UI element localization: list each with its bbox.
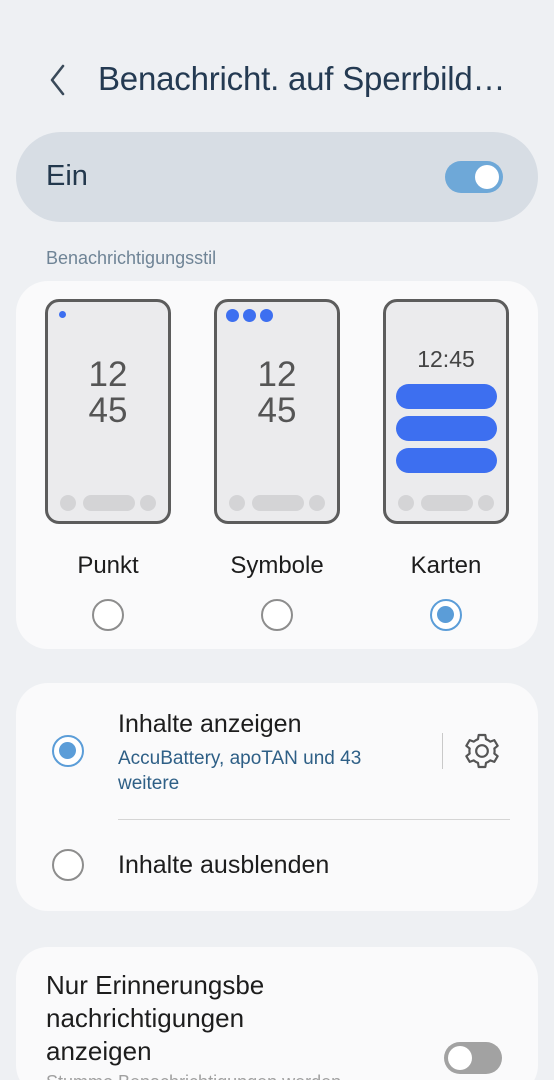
preview-clock-minute: 45 bbox=[257, 391, 297, 430]
radio-show-content[interactable] bbox=[52, 735, 84, 767]
reminder-only-switch[interactable] bbox=[444, 1042, 502, 1074]
phone-preview-dot: 12 45 bbox=[45, 299, 171, 524]
switch-knob bbox=[475, 165, 499, 189]
master-toggle-row[interactable]: Ein bbox=[16, 132, 538, 222]
notification-card-preview bbox=[396, 416, 497, 441]
back-button[interactable] bbox=[38, 60, 78, 100]
show-content-row[interactable]: Inhalte anzeigen AccuBattery, apoTAN und… bbox=[16, 683, 538, 821]
preview-nav-bar bbox=[217, 495, 337, 511]
preview-nav-bar bbox=[386, 495, 506, 511]
notification-dot-icon bbox=[59, 311, 66, 318]
switch-knob bbox=[448, 1046, 472, 1070]
preview-clock: 12:45 bbox=[417, 346, 475, 372]
settings-button[interactable] bbox=[462, 731, 502, 771]
section-label-notification-style: Benachrichtigungsstil bbox=[46, 248, 217, 268]
radio-hide-content[interactable] bbox=[52, 849, 84, 881]
notification-card-preview bbox=[396, 448, 497, 473]
hide-content-row[interactable]: Inhalte ausblenden bbox=[16, 821, 538, 911]
phone-preview-icons: 12 45 bbox=[214, 299, 340, 524]
content-visibility-card: Inhalte anzeigen AccuBattery, apoTAN und… bbox=[16, 683, 538, 911]
style-option-label: Karten bbox=[410, 552, 482, 579]
page-title: Benachricht. auf Sperrbild… bbox=[98, 60, 506, 97]
reminder-only-title: Nur Erinnerungsbe nachrichtigungen anzei… bbox=[46, 970, 265, 1066]
gear-icon bbox=[465, 733, 499, 769]
reminder-only-subtitle: Stummo Benachrichtigungen werden… bbox=[46, 1072, 359, 1080]
preview-clock-hour: 12 bbox=[88, 355, 128, 394]
row-divider bbox=[118, 819, 510, 820]
preview-nav-bar bbox=[48, 495, 168, 511]
notification-style-card: 12 45 Punkt 12 45 Symbole 12:45 Karten bbox=[16, 281, 538, 649]
style-radio-cards[interactable] bbox=[430, 599, 462, 631]
preview-clock-minute: 45 bbox=[88, 391, 128, 430]
reminder-only-row[interactable]: Nur Erinnerungsbe nachrichtigungen anzei… bbox=[16, 947, 538, 1080]
style-option-cards[interactable]: 12:45 Karten bbox=[383, 299, 509, 631]
notification-icon-dot bbox=[243, 309, 256, 322]
notification-icon-dot bbox=[226, 309, 239, 322]
notification-icon-dot bbox=[260, 309, 273, 322]
notification-card-preview bbox=[396, 384, 497, 409]
style-option-label: Punkt bbox=[77, 552, 139, 579]
phone-preview-cards: 12:45 bbox=[383, 299, 509, 524]
style-radio-dot[interactable] bbox=[92, 599, 124, 631]
vertical-divider bbox=[442, 733, 443, 769]
style-option-dot[interactable]: 12 45 Punkt bbox=[45, 299, 171, 631]
style-option-label: Symbole bbox=[230, 552, 324, 579]
show-content-apps: AccuBattery, apoTAN und 43 weitere bbox=[118, 748, 362, 794]
preview-clock-hour: 12 bbox=[257, 355, 297, 394]
header: Benachricht. auf Sperrbild… bbox=[0, 40, 554, 120]
style-radio-icons[interactable] bbox=[261, 599, 293, 631]
hide-content-title: Inhalte ausblenden bbox=[118, 851, 330, 879]
chevron-left-icon bbox=[50, 64, 65, 96]
master-toggle-label: Ein bbox=[46, 160, 88, 192]
show-content-title: Inhalte anzeigen bbox=[118, 710, 302, 738]
style-option-icons[interactable]: 12 45 Symbole bbox=[214, 299, 340, 631]
master-toggle-switch[interactable] bbox=[445, 161, 503, 193]
